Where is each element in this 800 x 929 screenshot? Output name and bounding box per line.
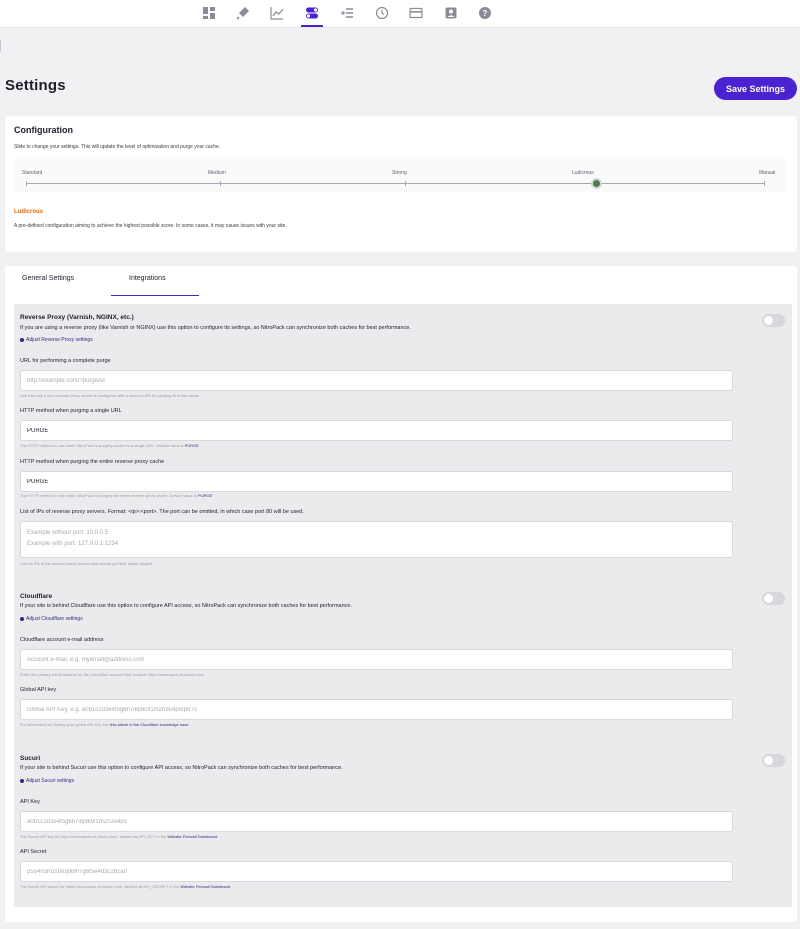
reverse-proxy-toggle[interactable] xyxy=(762,314,785,327)
slider-label-ludicrous: Ludicrous xyxy=(572,170,594,176)
purge-url-input[interactable] xyxy=(20,370,733,391)
top-nav: ? xyxy=(0,0,800,28)
integrations-panel: Reverse Proxy (Varnish, NGINX, etc.) If … xyxy=(14,304,792,907)
sucuri-toggle[interactable] xyxy=(762,754,785,767)
configuration-card: Configuration Slide to change your setti… xyxy=(5,116,797,252)
sucuri-api-key-label: API Key xyxy=(20,799,40,805)
configuration-title: Configuration xyxy=(14,125,73,135)
entire-cache-method-input[interactable] xyxy=(20,471,733,492)
adjust-cloudflare-label: Adjust Cloudflare settings xyxy=(26,616,83,622)
active-tab-indicator xyxy=(111,295,199,296)
reverse-proxy-description: If you are using a reverse proxy (like V… xyxy=(20,325,411,331)
single-url-method-help: The HTTP method to use when NitroPack is… xyxy=(20,443,199,448)
plug-icon[interactable] xyxy=(234,4,252,22)
slider-label-medium: Medium xyxy=(208,170,226,176)
proxy-ips-textarea[interactable] xyxy=(20,521,733,558)
configuration-description: Slide to change your settings. This will… xyxy=(14,144,221,150)
global-api-key-input[interactable] xyxy=(20,699,733,720)
cloudflare-email-help: Enter the primary email address for the … xyxy=(20,672,205,677)
sucuri-title: Sucuri xyxy=(20,755,41,762)
single-url-method-input[interactable] xyxy=(20,420,733,441)
optimization-slider[interactable]: Standard Medium Strong Ludicrous Manual xyxy=(14,157,786,192)
adjust-reverse-proxy-label: Adjust Reverse Proxy settings xyxy=(26,337,93,343)
adjust-reverse-proxy-link[interactable]: Adjust Reverse Proxy settings xyxy=(20,337,93,343)
adjust-sucuri-link[interactable]: Adjust Sucuri settings xyxy=(20,778,74,784)
proxy-ips-label: List of IPs of reverse proxy servers. Fo… xyxy=(20,509,304,515)
tab-integrations[interactable]: Integrations xyxy=(129,275,166,282)
expand-icon xyxy=(20,779,24,783)
cloudflare-email-input[interactable] xyxy=(20,649,733,670)
add-list-icon[interactable] xyxy=(338,4,356,22)
adjust-cloudflare-link[interactable]: Adjust Cloudflare settings xyxy=(20,616,83,622)
sucuri-api-secret-label: API Secret xyxy=(20,849,47,855)
history-icon[interactable] xyxy=(373,4,391,22)
page-title: Settings xyxy=(5,77,66,94)
slider-label-manual: Manual xyxy=(759,170,776,176)
global-api-key-help: For information on finding your global A… xyxy=(20,722,190,727)
tab-general-settings[interactable]: General Settings xyxy=(22,275,74,282)
purge-url-help: Use this only if your reverse proxy serv… xyxy=(20,393,201,398)
settings-tabs-card: General Settings Integrations Reverse Pr… xyxy=(5,266,797,922)
chart-icon[interactable] xyxy=(268,4,286,22)
sucuri-api-key-input[interactable] xyxy=(20,811,733,832)
sucuri-api-secret-help: The Sucuri API secret for https://resona… xyxy=(20,884,231,889)
dashboard-icon[interactable] xyxy=(200,4,218,22)
save-settings-button[interactable]: Save Settings xyxy=(714,77,797,100)
expand-icon xyxy=(20,338,24,342)
slider-label-standard: Standard xyxy=(22,170,43,176)
slider-track[interactable] xyxy=(26,183,764,184)
cloudflare-email-label: Cloudflare account e-mail address xyxy=(20,637,104,643)
sucuri-dashboard-link[interactable]: Website Firewall Dashboard xyxy=(180,884,230,889)
sidebar-edge xyxy=(0,40,1,52)
entire-cache-method-label: HTTP method when purging the entire reve… xyxy=(20,459,165,465)
card-icon[interactable] xyxy=(407,4,425,22)
sucuri-description: If your site is behind Sucuri use this o… xyxy=(20,765,343,771)
proxy-ips-help: List the IPs of the reverse proxy server… xyxy=(20,561,154,566)
slider-handle[interactable] xyxy=(591,178,602,189)
adjust-sucuri-label: Adjust Sucuri settings xyxy=(26,778,75,784)
sucuri-api-secret-input[interactable] xyxy=(20,861,733,882)
help-icon[interactable]: ? xyxy=(476,4,494,22)
purge-url-label: URL for performing a complete purge xyxy=(20,358,111,364)
slider-tick xyxy=(764,181,765,186)
toggles-icon[interactable] xyxy=(301,4,323,27)
sucuri-dashboard-link[interactable]: Website Firewall Dashboard xyxy=(167,834,217,839)
selected-mode-description: A pre-defined configuration aiming to ac… xyxy=(14,223,287,229)
global-api-key-label: Global API key xyxy=(20,687,57,693)
slider-tick xyxy=(220,181,221,186)
expand-icon xyxy=(20,617,24,621)
user-icon[interactable] xyxy=(442,4,460,22)
cloudflare-kb-link[interactable]: this article in the Cloudflare knowledge… xyxy=(110,722,189,727)
svg-text:?: ? xyxy=(483,9,488,18)
cloudflare-description: If your site is behind Cloudflare use th… xyxy=(20,603,353,609)
selected-mode-name: Ludicrous xyxy=(14,209,44,215)
slider-label-strong: Strong xyxy=(392,170,407,176)
entire-cache-method-help: The HTTP method to use when NitroPack is… xyxy=(20,493,213,498)
slider-tick xyxy=(405,181,406,186)
slider-tick xyxy=(26,181,27,186)
cloudflare-title: Cloudflare xyxy=(20,593,53,600)
reverse-proxy-title: Reverse Proxy (Varnish, NGINX, etc.) xyxy=(20,314,134,321)
sucuri-api-key-help: The Sucuri API key for https://resonance… xyxy=(20,834,218,839)
cloudflare-toggle[interactable] xyxy=(762,592,785,605)
single-url-method-label: HTTP method when purging a single URL xyxy=(20,408,122,414)
